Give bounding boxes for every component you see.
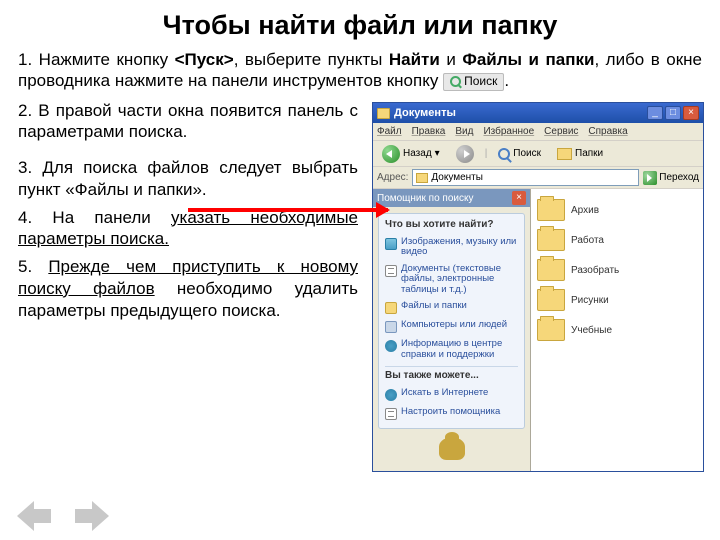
menubar: Файл Правка Вид Избранное Сервис Справка: [373, 123, 703, 141]
address-input[interactable]: Документы: [412, 169, 639, 186]
file-pane[interactable]: Архив Работа Разобрать Рисунки Учебные: [531, 189, 703, 471]
search-pane: Помощник по поиску × Что вы хотите найти…: [373, 189, 531, 471]
list-item[interactable]: Архив: [535, 195, 699, 225]
folder-icon: [537, 259, 565, 281]
red-arrow: [188, 208, 388, 212]
inline-search-button: Поиск: [443, 73, 504, 91]
picture-icon: [385, 238, 397, 250]
step-5: 5. Прежде чем приступить к новому поиску…: [18, 256, 358, 321]
toolbar: Назад ▾ | Поиск Папки: [373, 141, 703, 167]
prev-slide-button[interactable]: [14, 498, 54, 534]
search-opt-prefs[interactable]: Настроить помощника: [385, 404, 518, 423]
menu-file[interactable]: Файл: [377, 126, 402, 137]
go-icon: [643, 171, 657, 185]
address-bar: Адрес: Документы Переход: [373, 167, 703, 189]
list-item[interactable]: Учебные: [535, 315, 699, 345]
minimize-button[interactable]: _: [647, 106, 663, 120]
search-opt-pictures[interactable]: Изображения, музыку или видео: [385, 234, 518, 261]
go-button[interactable]: Переход: [643, 171, 699, 185]
computer-icon: [385, 321, 397, 333]
search-icon: [450, 76, 461, 87]
search-question: Что вы хотите найти?: [385, 219, 518, 230]
also-label: Вы также можете...: [385, 370, 518, 381]
menu-view[interactable]: Вид: [455, 126, 473, 137]
menu-help[interactable]: Справка: [588, 126, 627, 137]
maximize-button[interactable]: □: [665, 106, 681, 120]
folder-icon: [537, 319, 565, 341]
folder-icon: [385, 302, 397, 314]
step-2: 2. В правой части окна появится панель с…: [18, 100, 358, 144]
folder-icon: [377, 108, 390, 119]
step-3: 3. Для поиска файлов следует выбрать пун…: [18, 157, 358, 201]
explorer-window: Документы _ □ × Файл Правка Вид Избранно…: [372, 102, 704, 472]
toolbar-folders-button[interactable]: Папки: [552, 145, 608, 163]
search-opt-files[interactable]: Файлы и папки: [385, 298, 518, 317]
menu-favorites[interactable]: Избранное: [483, 126, 534, 137]
forward-button[interactable]: [451, 142, 479, 166]
list-item[interactable]: Рисунки: [535, 285, 699, 315]
help-icon: [385, 340, 397, 352]
search-icon: [498, 148, 510, 160]
folder-icon: [537, 229, 565, 251]
globe-icon: [385, 389, 397, 401]
document-icon: [385, 265, 397, 277]
next-slide-button[interactable]: [72, 498, 112, 534]
list-item[interactable]: Разобрать: [535, 255, 699, 285]
titlebar[interactable]: Документы _ □ ×: [373, 103, 703, 123]
back-icon: [382, 145, 400, 163]
menu-edit[interactable]: Правка: [412, 126, 446, 137]
search-pane-header: Помощник по поиску ×: [373, 189, 530, 207]
address-label: Адрес:: [377, 172, 408, 183]
search-opt-computers[interactable]: Компьютеры или людей: [385, 317, 518, 336]
menu-tools[interactable]: Сервис: [544, 126, 578, 137]
step-1: 1. Нажмите кнопку <Пуск>, выберите пункт…: [18, 49, 702, 92]
window-title: Документы: [394, 107, 647, 119]
close-search-pane-button[interactable]: ×: [512, 191, 526, 205]
gear-icon: [385, 408, 397, 420]
list-item[interactable]: Работа: [535, 225, 699, 255]
back-button[interactable]: Назад ▾: [377, 142, 445, 166]
search-opt-internet[interactable]: Искать в Интернете: [385, 385, 518, 404]
toolbar-search-button[interactable]: Поиск: [493, 145, 546, 163]
close-button[interactable]: ×: [683, 106, 699, 120]
folder-icon: [537, 289, 565, 311]
folder-icon: [537, 199, 565, 221]
search-opt-documents[interactable]: Документы (текстовые файлы, электронные …: [385, 261, 518, 298]
folders-icon: [557, 148, 572, 160]
search-opt-help[interactable]: Информацию в центре справки и поддержки: [385, 336, 518, 363]
forward-icon: [456, 145, 474, 163]
step-4: 4. На панели указать необходимые парамет…: [18, 207, 358, 251]
search-dog: [378, 432, 525, 466]
page-title: Чтобы найти файл или папку: [0, 0, 720, 49]
folder-icon: [416, 173, 428, 183]
